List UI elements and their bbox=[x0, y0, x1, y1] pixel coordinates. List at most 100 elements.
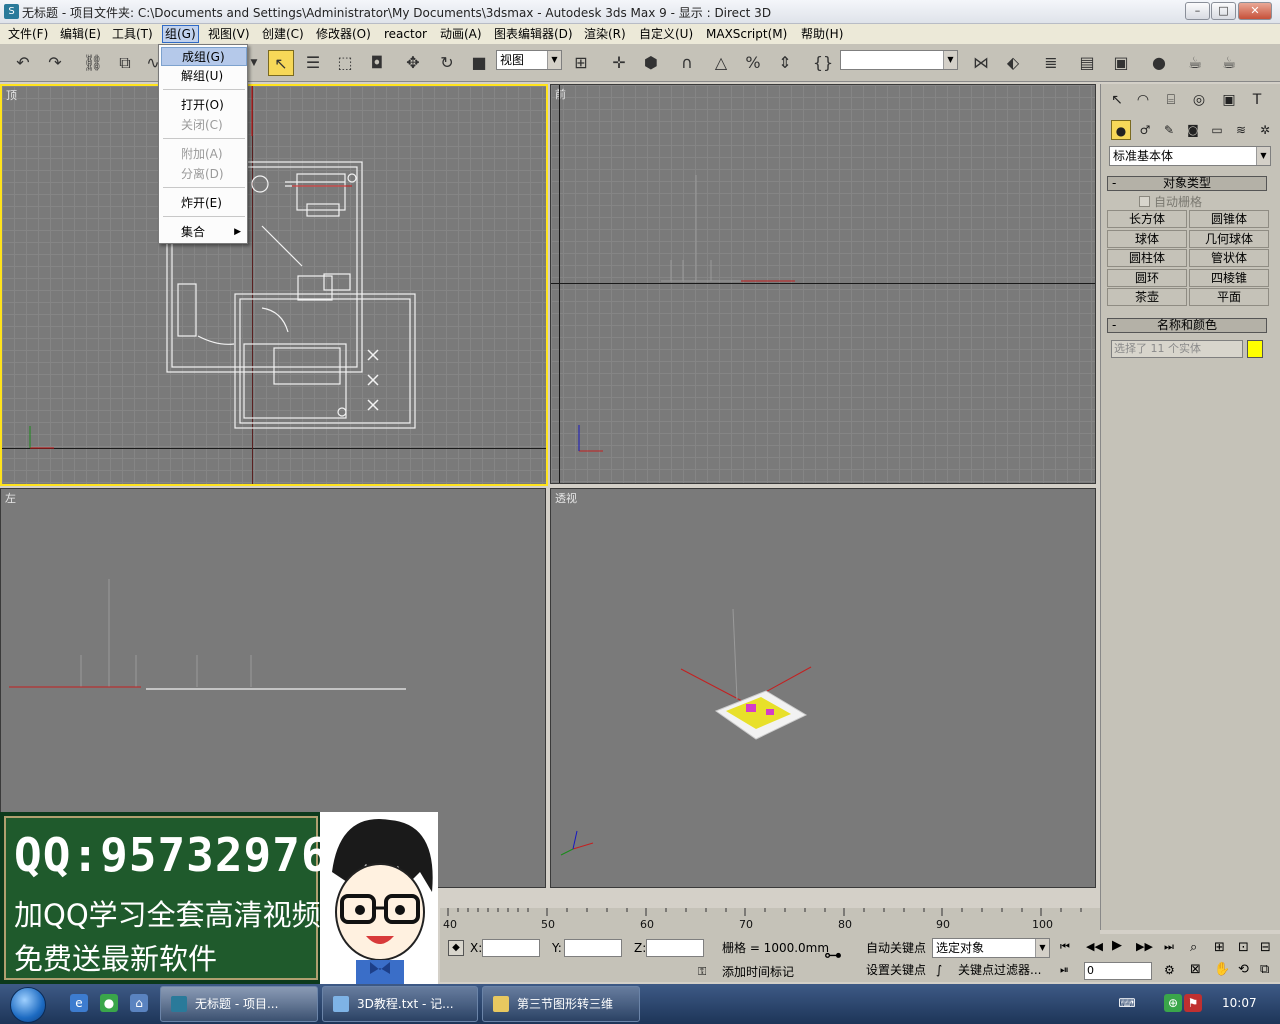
menu-group[interactable]: 组(G) bbox=[162, 25, 199, 43]
key-filters-button[interactable]: 关键点过滤器... bbox=[958, 962, 1041, 978]
menu-tools[interactable]: 工具(T) bbox=[110, 26, 155, 42]
menu-edit[interactable]: 编辑(E) bbox=[58, 26, 103, 42]
select-and-scale-icon[interactable]: ■ bbox=[466, 50, 492, 76]
menu-reactor[interactable]: reactor bbox=[382, 26, 429, 42]
snaps-toggle-icon[interactable]: ∩ bbox=[674, 50, 700, 76]
menu-animation[interactable]: 动画(A) bbox=[438, 26, 484, 42]
time-config-icon[interactable]: ⚙ bbox=[1164, 962, 1175, 978]
menu-modifiers[interactable]: 修改器(O) bbox=[314, 26, 373, 42]
material-editor-icon[interactable]: ● bbox=[1146, 50, 1172, 76]
redo-icon[interactable]: ↷ bbox=[42, 50, 68, 76]
menu-help[interactable]: 帮助(H) bbox=[799, 26, 845, 42]
minimize-button[interactable]: – bbox=[1185, 2, 1210, 20]
go-to-end-icon[interactable]: ⏭ bbox=[1164, 939, 1174, 955]
next-frame-icon[interactable]: ▶▶ bbox=[1136, 939, 1153, 955]
undo-icon[interactable]: ↶ bbox=[10, 50, 36, 76]
menu-item-close[interactable]: 关闭(C) bbox=[161, 116, 247, 135]
select-by-name-icon[interactable]: ☰ bbox=[300, 50, 326, 76]
select-and-rotate-icon[interactable]: ↻ bbox=[434, 50, 460, 76]
viewport-perspective[interactable]: 透视 bbox=[550, 488, 1096, 888]
absolute-mode-toggle-icon[interactable]: ◆ bbox=[448, 940, 464, 956]
quick-launch-app-icon[interactable]: ● bbox=[100, 994, 118, 1012]
previous-frame-icon[interactable]: ◀◀ bbox=[1086, 939, 1103, 955]
schematic-view-icon[interactable]: ▣ bbox=[1108, 50, 1134, 76]
percent-snap-icon[interactable]: % bbox=[740, 50, 766, 76]
pyramid-button[interactable]: 四棱锥 bbox=[1189, 269, 1269, 287]
autogrid-checkbox[interactable]: 自动栅格 bbox=[1139, 194, 1202, 210]
systems-icon[interactable]: ✲ bbox=[1255, 120, 1275, 140]
plane-button[interactable]: 平面 bbox=[1189, 288, 1269, 306]
menu-rendering[interactable]: 渲染(R) bbox=[582, 26, 628, 42]
taskbar-item-notepad[interactable]: 3D教程.txt - 记... bbox=[322, 986, 478, 1022]
select-and-link-icon[interactable]: ⛓ bbox=[80, 50, 106, 76]
angle-snap-icon[interactable]: △ bbox=[708, 50, 734, 76]
torus-button[interactable]: 圆环 bbox=[1107, 269, 1187, 287]
z-coord-field[interactable] bbox=[646, 939, 704, 957]
name-and-color-rollout[interactable]: - 名称和颜色 bbox=[1107, 318, 1267, 333]
menu-item-assembly[interactable]: 集合 ▶ bbox=[161, 223, 247, 242]
menu-create[interactable]: 创建(C) bbox=[260, 26, 306, 42]
curve-editor-icon[interactable]: ▤ bbox=[1074, 50, 1100, 76]
object-name-field[interactable]: 选择了 11 个实体 bbox=[1111, 340, 1243, 358]
maximize-viewport-icon[interactable]: ⧉ bbox=[1260, 962, 1269, 978]
cameras-icon[interactable]: ◙ bbox=[1183, 120, 1203, 140]
quick-launch-ie-icon[interactable]: e bbox=[70, 994, 88, 1012]
menu-item-group[interactable]: 成组(G) bbox=[161, 47, 247, 66]
render-scene-icon[interactable]: ☕ bbox=[1182, 50, 1208, 76]
menu-item-explode[interactable]: 炸开(E) bbox=[161, 194, 247, 213]
current-frame-field[interactable]: 0 bbox=[1084, 962, 1152, 980]
tangent-icon[interactable]: ∫ bbox=[936, 962, 942, 978]
menu-item-detach[interactable]: 分离(D) bbox=[161, 165, 247, 184]
named-selection-sets-icon[interactable]: {} bbox=[810, 50, 836, 76]
viewport-front[interactable]: 前 bbox=[550, 84, 1096, 484]
menu-file[interactable]: 文件(F) bbox=[6, 26, 50, 42]
security-tray-icon[interactable]: ⚑ bbox=[1184, 994, 1202, 1012]
hierarchy-tab-icon[interactable]: ⌸ bbox=[1159, 88, 1183, 112]
named-selection-select[interactable]: ▼ bbox=[840, 50, 958, 70]
x-coord-field[interactable] bbox=[482, 939, 540, 957]
menu-graph-editors[interactable]: 图表编辑器(D) bbox=[492, 26, 575, 42]
select-and-manipulate-icon[interactable]: ✛ bbox=[606, 50, 632, 76]
cone-button[interactable]: 圆锥体 bbox=[1189, 210, 1269, 228]
create-tab-icon[interactable]: ↖ bbox=[1105, 88, 1129, 112]
pan-icon[interactable]: ✋ bbox=[1214, 962, 1230, 978]
modify-tab-icon[interactable]: ◠ bbox=[1131, 88, 1155, 112]
set-key-icon[interactable]: ⊶ bbox=[824, 947, 842, 965]
set-key-button[interactable]: 设置关键点 bbox=[866, 962, 926, 978]
play-icon[interactable]: ▶ bbox=[1112, 938, 1122, 954]
align-icon[interactable]: ⬖ bbox=[1000, 50, 1026, 76]
rectangular-selection-icon[interactable]: ⬚ bbox=[332, 50, 358, 76]
motion-tab-icon[interactable]: ◎ bbox=[1187, 88, 1211, 112]
pivot-center-icon[interactable]: ⊞ bbox=[568, 50, 594, 76]
geometry-category-select[interactable]: 标准基本体 ▼ bbox=[1109, 146, 1271, 166]
maximize-button[interactable]: □ bbox=[1211, 2, 1236, 20]
keyboard-tray-icon[interactable]: ⌨ bbox=[1118, 994, 1136, 1012]
geosphere-button[interactable]: 几何球体 bbox=[1189, 230, 1269, 248]
display-tab-icon[interactable]: ▣ bbox=[1217, 88, 1241, 112]
lock-icon[interactable]: ⚿ bbox=[698, 964, 706, 980]
viewport-top[interactable]: 顶 bbox=[0, 84, 548, 486]
tube-button[interactable]: 管状体 bbox=[1189, 249, 1269, 267]
sphere-button[interactable]: 球体 bbox=[1107, 230, 1187, 248]
layer-manager-icon[interactable]: ≣ bbox=[1038, 50, 1064, 76]
start-button[interactable] bbox=[10, 987, 46, 1023]
spinner-snap-icon[interactable]: ⇕ bbox=[772, 50, 798, 76]
select-object-icon[interactable]: ↖ bbox=[268, 50, 294, 76]
key-mode-icon[interactable]: ⏯ bbox=[1060, 962, 1069, 978]
zoom-all-icon[interactable]: ⊞ bbox=[1214, 940, 1225, 956]
geometry-icon[interactable]: ● bbox=[1111, 120, 1131, 140]
reference-coordinate-select[interactable]: 视图 ▼ bbox=[496, 50, 562, 70]
utilities-tab-icon[interactable]: T bbox=[1245, 88, 1269, 112]
helpers-icon[interactable]: ▭ bbox=[1207, 120, 1227, 140]
select-and-move-icon[interactable]: ✥ bbox=[400, 50, 426, 76]
zoom-extents-icon[interactable]: ⊡ bbox=[1238, 940, 1249, 956]
teapot-button[interactable]: 茶壶 bbox=[1107, 288, 1187, 306]
region-zoom-icon[interactable]: ⊠ bbox=[1190, 962, 1201, 978]
taskbar-item-3dsmax[interactable]: 无标题 - 项目... bbox=[160, 986, 318, 1022]
space-warps-icon[interactable]: ≋ bbox=[1231, 120, 1251, 140]
y-coord-field[interactable] bbox=[564, 939, 622, 957]
menu-item-open[interactable]: 打开(O) bbox=[161, 96, 247, 115]
object-color-swatch[interactable] bbox=[1247, 340, 1263, 358]
selection-set-select[interactable]: 选定对象 ▼ bbox=[932, 938, 1050, 958]
menu-views[interactable]: 视图(V) bbox=[206, 26, 252, 42]
